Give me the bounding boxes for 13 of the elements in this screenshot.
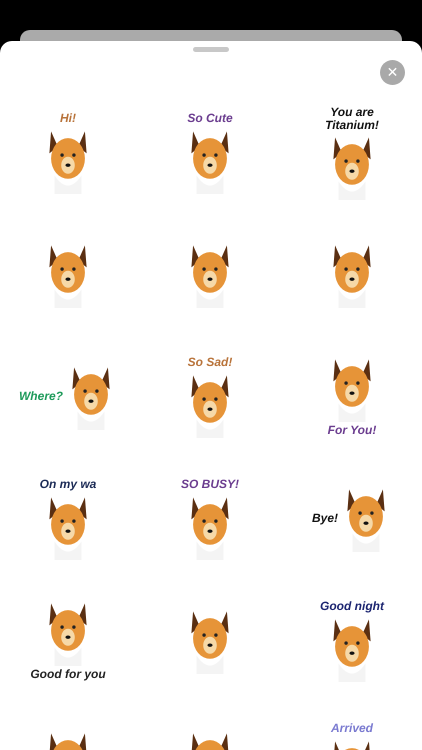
close-button[interactable]: ✕ — [380, 60, 405, 85]
sticker-caption: Hi! — [60, 112, 76, 126]
sticker-caption: Bye! — [312, 512, 338, 526]
sticker-caption: Good night — [320, 600, 384, 614]
sticker-caption: For You! — [328, 424, 376, 438]
sticker-caption: You are Titanium! — [324, 106, 380, 132]
sticker-caption: Good for you — [30, 668, 106, 682]
sticker-caption: Arrived — [330, 722, 374, 736]
sticker-caption: Where? — [18, 390, 63, 404]
sticker-caption: So Cute — [187, 112, 233, 126]
sticker-caption: On my wa — [40, 478, 96, 492]
sticker-caption: SO BUSY! — [180, 478, 239, 492]
sticker-caption: So Sad! — [188, 356, 232, 370]
